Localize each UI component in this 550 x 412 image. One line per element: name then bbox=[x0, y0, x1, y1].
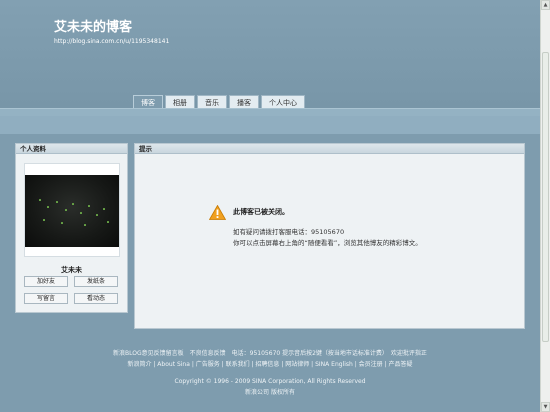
scroll-up-icon[interactable]: ▲ bbox=[541, 0, 550, 10]
profile-heading: 个人资料 bbox=[16, 144, 127, 154]
header-band bbox=[0, 116, 540, 134]
profile-panel: 个人资料 艾未未 加好友 发纸条 写留言 看动态 bbox=[15, 143, 128, 313]
notice-panel: 提示 此博客已被关闭。 如有疑问请拨打客服电话：95105670 你可以点击屏幕… bbox=[134, 143, 525, 329]
footer-copyright: Copyright © 1996 - 2009 SINA Corporation… bbox=[174, 378, 366, 385]
footer-company: 新浪公司 版权所有 bbox=[245, 389, 295, 396]
view-activity-button[interactable]: 看动态 bbox=[74, 293, 118, 304]
vertical-scrollbar[interactable]: ▲ ▼ bbox=[540, 0, 550, 412]
scroll-thumb[interactable] bbox=[542, 52, 549, 342]
write-message-button[interactable]: 写留言 bbox=[24, 293, 68, 304]
notice-heading: 提示 bbox=[135, 144, 524, 154]
add-friend-button[interactable]: 加好友 bbox=[24, 276, 68, 287]
footer: 新浪BLOG意见反馈留言板 不良信息反馈 电话：95105670 提示音后按2键… bbox=[0, 348, 540, 398]
send-note-button[interactable]: 发纸条 bbox=[74, 276, 118, 287]
blog-header: 艾未未的博客 http://blog.sina.com.cn/u/1195348… bbox=[0, 0, 540, 110]
notice-suggestion: 你可以点击屏幕右上角的“随便看看”，浏览其他博友的精彩博文。 bbox=[233, 239, 422, 247]
page: 艾未未的博客 http://blog.sina.com.cn/u/1195348… bbox=[0, 0, 540, 412]
warning-icon bbox=[209, 205, 226, 220]
footer-feedback[interactable]: 新浪BLOG意见反馈留言板 不良信息反馈 电话：95105670 提示音后按2键… bbox=[0, 348, 540, 359]
notice-title: 此博客已被关闭。 bbox=[233, 208, 289, 216]
blog-title: 艾未未的博客 bbox=[54, 20, 133, 35]
notice-contact: 如有疑问请拨打客服电话：95105670 bbox=[233, 228, 345, 236]
profile-username: 艾未未 bbox=[61, 266, 82, 274]
avatar-frame bbox=[24, 163, 120, 257]
scroll-down-icon[interactable]: ▼ bbox=[541, 402, 550, 412]
blog-url[interactable]: http://blog.sina.com.cn/u/1195348141 bbox=[54, 38, 169, 45]
avatar[interactable] bbox=[25, 175, 119, 247]
tabs-underline bbox=[0, 108, 540, 116]
footer-links[interactable]: 新浪简介 | About Sina | 广告服务 | 联系我们 | 招聘信息 |… bbox=[0, 359, 540, 370]
